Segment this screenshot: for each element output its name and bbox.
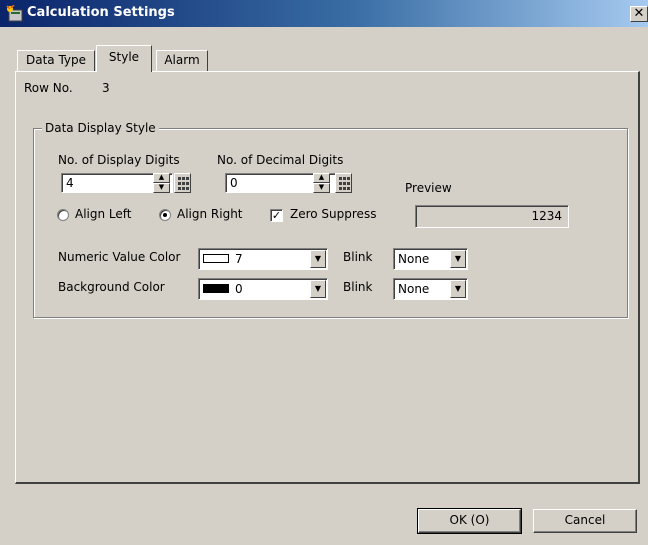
tab-style[interactable]: Style [96,45,152,72]
close-button[interactable]: ✕ [630,6,648,22]
tab-panel [15,71,640,484]
ok-button[interactable]: OK (O) [417,508,522,534]
app-icon [6,5,23,22]
title-bar: Calculation Settings ✕ [0,0,648,27]
tab-alarm[interactable]: Alarm [156,50,208,72]
tab-data-type[interactable]: Data Type [17,50,95,72]
window-title: Calculation Settings [27,5,175,20]
close-icon: ✕ [633,6,645,21]
cancel-button[interactable]: Cancel [533,509,637,533]
